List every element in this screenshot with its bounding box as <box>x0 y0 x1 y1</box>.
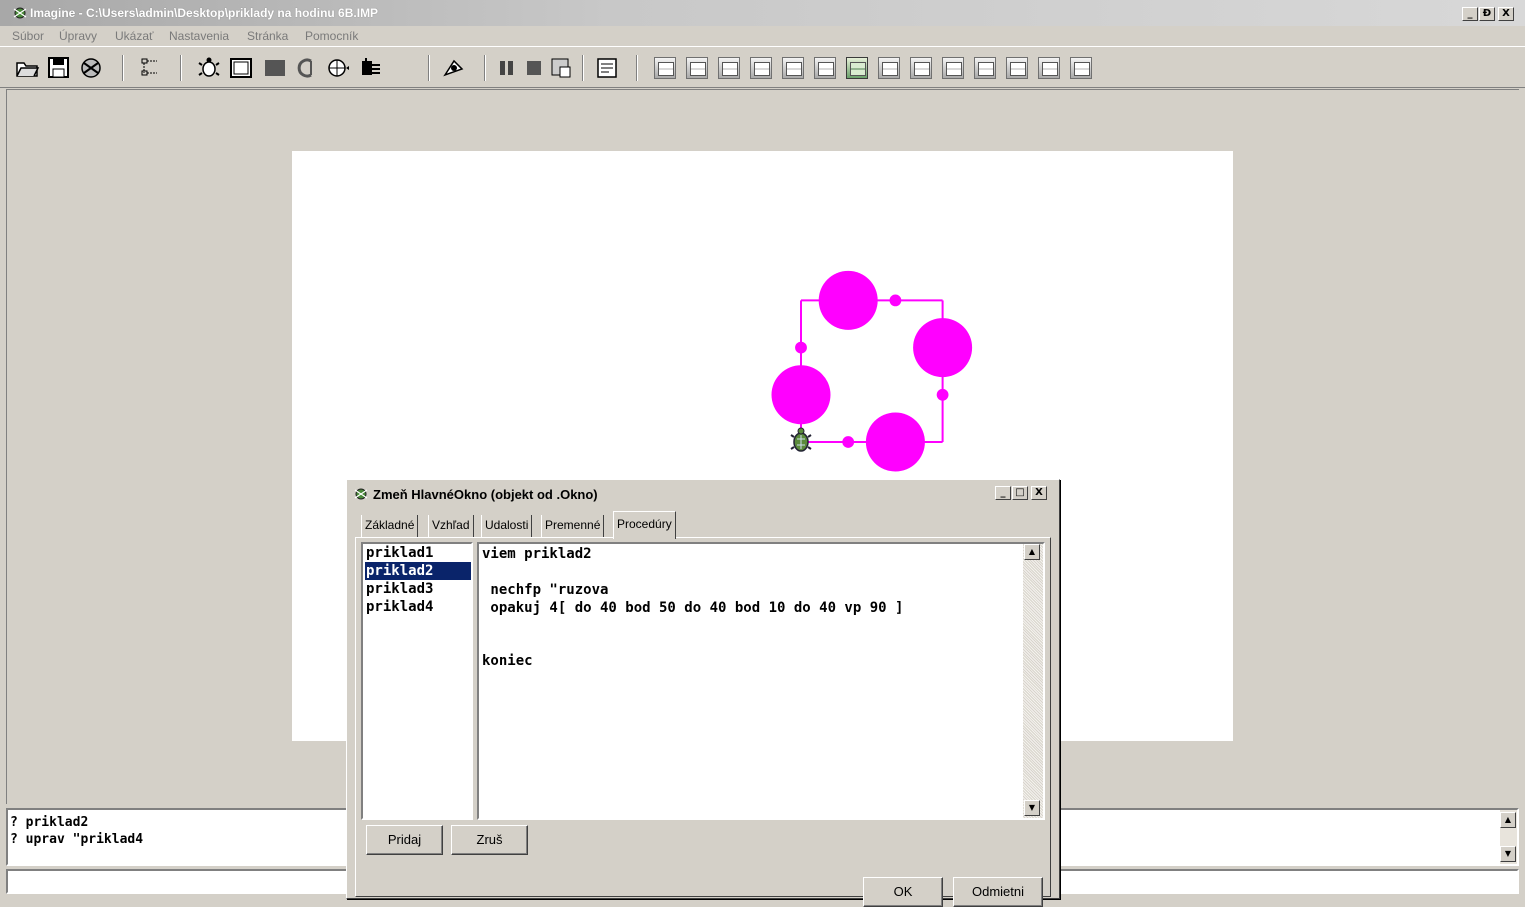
procedure-item[interactable]: priklad1 <box>365 544 471 562</box>
toolbar-separator <box>180 55 182 81</box>
procedure-item[interactable]: priklad3 <box>365 580 471 598</box>
page-tab-2[interactable] <box>686 57 708 79</box>
code-line: nechfp "ruzova <box>482 582 609 598</box>
page-icon[interactable] <box>594 55 620 81</box>
dialog-title-bar: Zmeň HlavnéOkno (objekt od .Okno) _ □ X <box>349 482 1057 506</box>
scroll-down-icon[interactable]: ▼ <box>1500 846 1516 862</box>
code-editor[interactable]: viem priklad2 nechfp "ruzova opakuj 4[ d… <box>477 542 1045 820</box>
net-icon[interactable] <box>358 55 384 81</box>
page-tab-14[interactable] <box>1070 57 1092 79</box>
rectangle-icon[interactable] <box>262 55 288 81</box>
window-title: Imagine - C:\Users\admin\Desktop\priklad… <box>30 6 379 20</box>
project-tree-icon[interactable] <box>136 55 162 81</box>
code-line: viem priklad2 <box>482 546 592 562</box>
toolbar-separator <box>122 55 124 81</box>
delete-procedure-button[interactable]: Zruš <box>451 825 528 855</box>
page-tab-11[interactable] <box>974 57 996 79</box>
toolbar <box>0 46 1525 88</box>
scroll-up-icon[interactable]: ▲ <box>1024 544 1040 560</box>
slider-icon[interactable] <box>324 55 350 81</box>
scroll-up-icon[interactable]: ▲ <box>1500 812 1516 828</box>
toolbar-separator <box>484 55 486 81</box>
toolbar-separator <box>636 55 638 81</box>
cancel-button[interactable]: Odmietni <box>953 877 1043 907</box>
close-button[interactable]: X <box>1498 7 1514 21</box>
history-line: ? priklad2 <box>10 815 89 830</box>
menu-subor[interactable]: Súbor <box>12 29 44 43</box>
restore-button[interactable]: Ɖ <box>1479 7 1495 21</box>
procedure-item[interactable]: priklad4 <box>365 598 471 616</box>
menu-nastavenia[interactable]: Nastavenia <box>169 29 229 43</box>
code-line: koniec <box>482 653 533 669</box>
frame-icon[interactable] <box>228 55 254 81</box>
menu-pomocnik[interactable]: Pomocník <box>305 29 358 43</box>
page-tab-3[interactable] <box>718 57 740 79</box>
page-tab-4[interactable] <box>750 57 772 79</box>
menu-bar: Súbor Úpravy Ukázať Nastavenia Stránka P… <box>0 26 1525 46</box>
imagine-logo-icon <box>354 488 368 500</box>
page-tab-12[interactable] <box>1006 57 1028 79</box>
tab-procedury[interactable]: Procedúry <box>613 511 676 539</box>
print-icon[interactable] <box>78 55 104 81</box>
arrow-icon[interactable] <box>440 55 466 81</box>
title-bar: Imagine - C:\Users\admin\Desktop\priklad… <box>0 0 1525 26</box>
dialog-maximize-button[interactable]: □ <box>1012 486 1028 500</box>
tab-zakladne[interactable]: Základné <box>361 515 419 537</box>
procedure-editor-dialog: Zmeň HlavnéOkno (objekt od .Okno) _ □ X … <box>346 479 1060 907</box>
page-tab-7[interactable] <box>846 57 868 79</box>
text-icon[interactable] <box>294 55 320 81</box>
page-tab-6[interactable] <box>814 57 836 79</box>
history-line: ? uprav "priklad4 <box>10 832 144 847</box>
page-tab-9[interactable] <box>910 57 932 79</box>
scroll-down-icon[interactable]: ▼ <box>1024 800 1040 816</box>
open-icon[interactable] <box>14 55 40 81</box>
stop-icon[interactable] <box>522 55 548 81</box>
tab-premenne[interactable]: Premenné <box>541 515 605 537</box>
turtle-icon[interactable] <box>196 55 222 81</box>
save-icon[interactable] <box>46 55 72 81</box>
minimize-button[interactable]: _ <box>1462 7 1478 21</box>
history-scrollbar[interactable]: ▲ ▼ <box>1500 810 1517 864</box>
page-tab-13[interactable] <box>1038 57 1060 79</box>
add-procedure-button[interactable]: Pridaj <box>366 825 443 855</box>
page-tab-8[interactable] <box>878 57 900 79</box>
page-tab-1[interactable] <box>654 57 676 79</box>
page-tab-5[interactable] <box>782 57 804 79</box>
turtle-icon[interactable] <box>790 427 812 452</box>
page-tab-10[interactable] <box>942 57 964 79</box>
procedure-item-selected[interactable]: priklad2 <box>365 562 471 580</box>
toolbar-separator <box>582 55 584 81</box>
dialog-minimize-button[interactable]: _ <box>995 486 1011 500</box>
menu-stranka[interactable]: Stránka <box>247 29 288 43</box>
menu-ukazat[interactable]: Ukázať <box>115 29 154 43</box>
dialog-close-button[interactable]: X <box>1031 486 1047 500</box>
procedure-list[interactable]: priklad1 priklad2 priklad3 priklad4 <box>361 542 473 820</box>
editor-scrollbar[interactable]: ▲ ▼ <box>1023 544 1043 818</box>
dialog-title: Zmeň HlavnéOkno (objekt od .Okno) <box>373 487 598 502</box>
toolbar-separator <box>428 55 430 81</box>
menu-upravy[interactable]: Úpravy <box>59 29 97 43</box>
code-line: opakuj 4[ do 40 bod 50 do 40 bod 10 do 4… <box>482 600 904 616</box>
tab-vzhlad[interactable]: Vzhľad <box>428 515 474 537</box>
pause-icon[interactable] <box>494 55 520 81</box>
imagine-logo-icon <box>13 7 27 19</box>
run-icon[interactable] <box>548 55 574 81</box>
ok-button[interactable]: OK <box>863 877 943 907</box>
tab-udalosti[interactable]: Udalosti <box>481 515 533 537</box>
